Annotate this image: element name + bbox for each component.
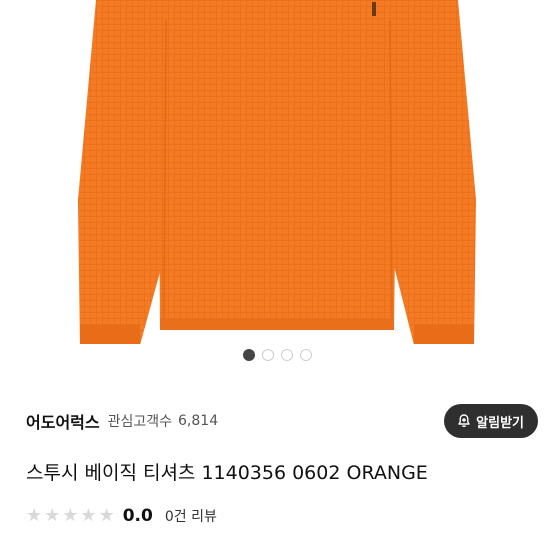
review-count[interactable]: 0건 리뷰 <box>165 506 217 526</box>
interest-count: 6,814 <box>178 413 219 429</box>
interest-label: 관심고객수 <box>107 414 173 430</box>
alarm-button[interactable]: 알림받기 <box>444 404 538 438</box>
carousel-dot-2[interactable] <box>261 349 274 361</box>
star-icon: ★ <box>80 505 97 526</box>
sweater-illustration <box>78 0 476 344</box>
rating-row[interactable]: ★ ★ ★ ★ ★ 0.0 0건 리뷰 <box>26 505 217 527</box>
carousel-dot-4[interactable] <box>299 349 312 361</box>
product-title: 스투시 베이직 티셔츠 1140356 0602 ORANGE <box>26 462 428 484</box>
brand-name[interactable]: 어도어럭스 <box>26 409 100 433</box>
carousel-dot-1[interactable] <box>242 349 255 361</box>
rating-stars: ★ ★ ★ ★ ★ <box>26 507 115 525</box>
rating-score: 0.0 <box>122 506 153 526</box>
product-image[interactable] <box>0 0 554 344</box>
bell-plus-icon <box>458 414 470 427</box>
alarm-button-label: 알림받기 <box>476 415 524 431</box>
brand-row: 어도어럭스 관심고객수 6,814 알림받기 <box>26 404 538 438</box>
star-icon: ★ <box>62 505 79 526</box>
star-icon: ★ <box>26 505 43 526</box>
carousel-dot-3[interactable] <box>280 349 293 361</box>
star-icon: ★ <box>44 505 61 526</box>
carousel-indicator <box>0 349 554 363</box>
star-icon: ★ <box>98 505 115 526</box>
